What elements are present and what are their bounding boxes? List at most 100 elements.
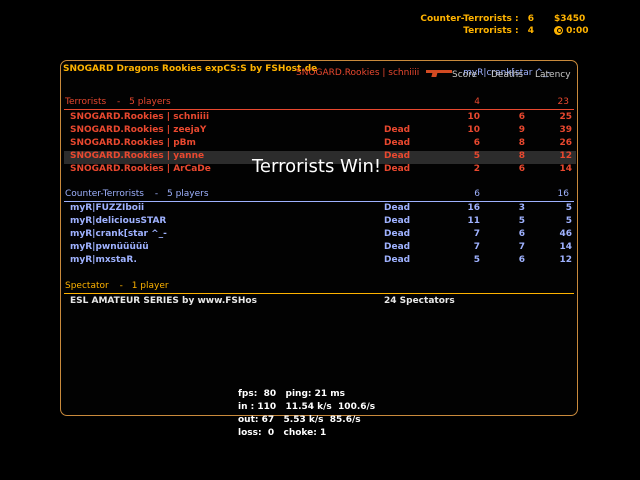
player-status: Dead <box>384 216 411 226</box>
team-latency: 23 <box>557 97 569 107</box>
player-latency: 25 <box>559 112 572 122</box>
player-name: SNOGARD.Rookies | yanne <box>70 151 205 161</box>
player-deaths: 3 <box>518 203 525 213</box>
player-latency: 12 <box>559 151 572 161</box>
player-score: 7 <box>473 229 480 239</box>
player-deaths: 9 <box>518 125 525 135</box>
team-player-count: 1 player <box>131 281 169 291</box>
player-score: 10 <box>467 125 480 135</box>
column-header-deaths: Deaths <box>491 70 523 80</box>
player-status: Dead <box>384 138 411 148</box>
team-header-spectator: Spectator - 1 player <box>65 281 169 291</box>
team-divider-spectator <box>64 293 574 294</box>
player-deaths: 8 <box>518 138 525 148</box>
player-score: 5 <box>473 151 480 161</box>
player-row: myR|FUZZIboii Dead 16 3 5 <box>64 203 576 216</box>
player-row: myR|mxstaR. Dead 5 6 12 <box>64 255 576 268</box>
player-row: myR|pwnüüüüü Dead 7 7 14 <box>64 242 576 255</box>
player-status: Dead <box>384 229 411 239</box>
player-deaths: 6 <box>518 229 525 239</box>
spectator-status: 24 Spectators <box>384 296 455 306</box>
t-team-score-label: Terrorists : 4 <box>380 26 534 36</box>
spectator-row: ESL AMATEUR SERIES by www.FSHos 24 Spect… <box>64 296 576 309</box>
ct-score-label-text: Counter-Terrorists : <box>420 14 519 24</box>
ct-team-score-label: Counter-Terrorists : 6 <box>380 14 534 24</box>
player-latency: 5 <box>565 216 572 226</box>
player-latency: 5 <box>565 203 572 213</box>
netgraph: fps: 80 ping: 21 ms in : 110 11.54 k/s 1… <box>238 388 375 440</box>
netgraph-loss-choke: loss: 0 choke: 1 <box>238 428 327 438</box>
player-status: Dead <box>384 151 411 161</box>
player-latency: 14 <box>559 164 572 174</box>
player-status: Dead <box>384 203 411 213</box>
player-deaths: 6 <box>518 112 525 122</box>
player-name: myR|pwnüüüüü <box>70 242 149 252</box>
stopwatch-icon <box>554 26 563 35</box>
player-score: 5 <box>473 255 480 265</box>
column-header-score: Score <box>452 70 478 80</box>
player-name: myR|crank[star ^_- <box>70 229 167 239</box>
killfeed-killer: SNOGARD.Rookies | schniiii <box>296 68 420 78</box>
player-deaths: 7 <box>518 242 525 252</box>
team-latency: 16 <box>557 189 569 199</box>
player-score: 16 <box>467 203 480 213</box>
round-timer-text: 0:00 <box>566 26 589 36</box>
player-name: SNOGARD.Rookies | pBm <box>70 138 196 148</box>
team-name: Terrorists <box>65 97 107 107</box>
player-deaths: 6 <box>518 255 525 265</box>
netgraph-out: out: 67 5.53 k/s 85.6/s <box>238 415 361 425</box>
ct-score-value: 6 <box>527 14 534 24</box>
player-status: Dead <box>384 125 411 135</box>
team-player-count: 5 players <box>129 97 171 107</box>
player-score: 2 <box>473 164 480 174</box>
player-latency: 14 <box>559 242 572 252</box>
netgraph-fps-ping: fps: 80 ping: 21 ms <box>238 389 346 399</box>
team-dash: - <box>154 189 159 199</box>
player-name: myR|mxstaR. <box>70 255 137 265</box>
player-row: myR|deliciousSTAR Dead 11 5 5 <box>64 216 576 229</box>
player-status: Dead <box>384 242 411 252</box>
team-name: Spectator <box>65 281 109 291</box>
player-latency: 12 <box>559 255 572 265</box>
player-status: Dead <box>384 255 411 265</box>
team-dash: - <box>119 281 123 291</box>
t-score-label-text: Terrorists : <box>463 26 519 36</box>
player-latency: 39 <box>559 125 572 135</box>
player-score: 11 <box>467 216 480 226</box>
player-name: myR|FUZZIboii <box>70 203 145 213</box>
server-title: SNOGARD Dragons Rookies expCS:S by FSHos… <box>63 64 318 74</box>
player-row: SNOGARD.Rookies | schniiii 10 6 25 <box>64 112 576 125</box>
player-score: 7 <box>473 242 480 252</box>
round-win-message: Terrorists Win! <box>252 156 382 177</box>
team-divider-counter-terrorists <box>64 201 574 202</box>
player-row: SNOGARD.Rookies | pBm Dead 6 8 26 <box>64 138 576 151</box>
player-name: SNOGARD.Rookies | ArCaDe <box>70 164 211 174</box>
player-score: 10 <box>467 112 480 122</box>
team-score: 4 <box>474 97 480 107</box>
netgraph-in: in : 110 11.54 k/s 100.6/s <box>238 402 376 412</box>
team-player-count: 5 players <box>166 189 209 199</box>
player-name: SNOGARD.Rookies | schniiii <box>70 112 210 122</box>
column-header-latency: Latency <box>535 70 571 80</box>
player-deaths: 8 <box>518 151 525 161</box>
player-row: SNOGARD.Rookies | zeejaY Dead 10 9 39 <box>64 125 576 138</box>
team-header-counter-terrorists: Counter-Terrorists - 5 players 6 16 <box>65 189 573 199</box>
player-deaths: 6 <box>518 164 525 174</box>
player-latency: 26 <box>559 138 572 148</box>
spectator-name: ESL AMATEUR SERIES by www.FSHos <box>70 296 257 306</box>
team-divider-terrorists <box>64 109 574 110</box>
round-timer: 0:00 <box>554 26 589 36</box>
player-name: SNOGARD.Rookies | zeejaY <box>70 125 207 135</box>
t-score-value: 4 <box>527 26 534 36</box>
team-name: Counter-Terrorists <box>65 189 144 199</box>
team-dash: - <box>117 97 121 107</box>
player-status: Dead <box>384 164 411 174</box>
player-row: myR|crank[star ^_- Dead 7 6 46 <box>64 229 576 242</box>
player-deaths: 5 <box>518 216 525 226</box>
team-header-terrorists: Terrorists - 5 players 4 23 <box>65 97 573 107</box>
player-name: myR|deliciousSTAR <box>70 216 167 226</box>
player-score: 6 <box>473 138 480 148</box>
money-display: $3450 <box>554 14 586 24</box>
team-score: 6 <box>474 189 480 199</box>
player-latency: 46 <box>559 229 572 239</box>
